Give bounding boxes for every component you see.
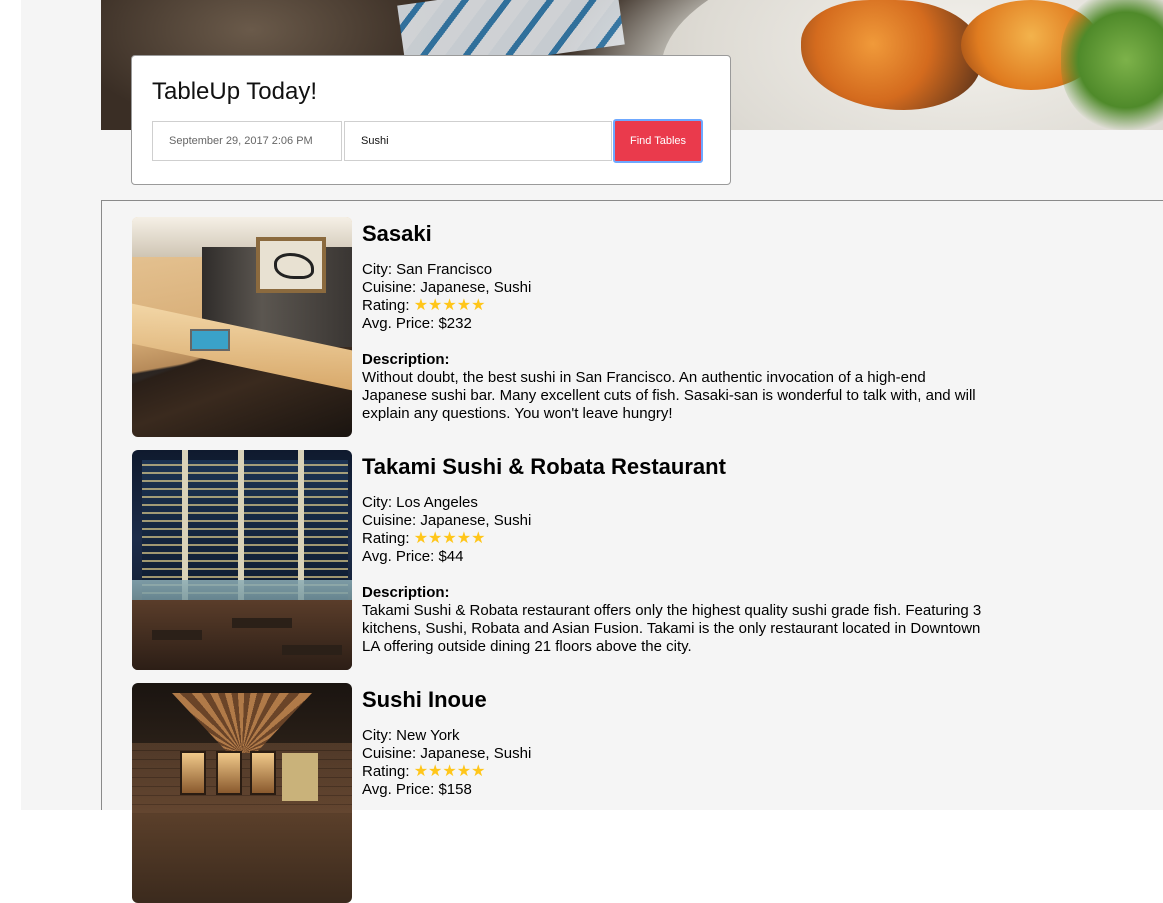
find-tables-button[interactable]: Find Tables xyxy=(613,119,703,163)
description-text: Without doubt, the best sushi in San Fra… xyxy=(362,369,976,422)
cuisine-value: Japanese, Sushi xyxy=(420,279,532,296)
cuisine-row: Cuisine: Japanese, Sushi xyxy=(362,745,532,762)
rating-row: Rating: ★★★★★ xyxy=(362,530,486,547)
restaurant-info: Sushi Inoue City: New York Cuisine: Japa… xyxy=(362,683,982,799)
rating-stars-icon: ★★★★★ xyxy=(413,763,486,780)
cuisine-row: Cuisine: Japanese, Sushi xyxy=(362,279,532,296)
description-label: Description: xyxy=(362,584,450,601)
description-text: Takami Sushi & Robata restaurant offers … xyxy=(362,602,982,655)
avg-price-value: $44 xyxy=(438,548,464,565)
rating-row: Rating: ★★★★★ xyxy=(362,763,486,780)
avg-price-row: Avg. Price: $158 xyxy=(362,781,472,798)
restaurant-photo[interactable] xyxy=(132,450,352,670)
city-row: City: Los Angeles xyxy=(362,494,478,511)
city-row: City: New York xyxy=(362,727,460,744)
rating-stars-icon: ★★★★★ xyxy=(413,530,486,547)
restaurant-name[interactable]: Sasaki xyxy=(362,221,982,247)
avg-price-value: $158 xyxy=(438,781,472,798)
search-title: TableUp Today! xyxy=(152,78,317,105)
avg-price-row: Avg. Price: $232 xyxy=(362,315,472,332)
restaurant-card: Sushi Inoue City: New York Cuisine: Japa… xyxy=(132,683,1032,903)
restaurant-info: Takami Sushi & Robata Restaurant City: L… xyxy=(362,450,982,656)
cuisine-value: Japanese, Sushi xyxy=(420,512,532,529)
restaurant-card: Takami Sushi & Robata Restaurant City: L… xyxy=(132,450,1032,670)
search-query-input[interactable] xyxy=(344,121,612,161)
restaurant-photo[interactable] xyxy=(132,683,352,903)
restaurant-name[interactable]: Takami Sushi & Robata Restaurant xyxy=(362,454,982,480)
city-value: Los Angeles xyxy=(396,494,478,511)
results-panel: Sasaki City: San Francisco Cuisine: Japa… xyxy=(101,200,1163,903)
restaurant-photo[interactable] xyxy=(132,217,352,437)
cuisine-value: Japanese, Sushi xyxy=(420,745,532,762)
rating-stars-icon: ★★★★★ xyxy=(413,297,486,314)
date-time-input[interactable] xyxy=(152,121,342,161)
description-label: Description: xyxy=(362,351,450,368)
city-value: New York xyxy=(396,727,460,744)
restaurant-info: Sasaki City: San Francisco Cuisine: Japa… xyxy=(362,217,982,423)
restaurant-card: Sasaki City: San Francisco Cuisine: Japa… xyxy=(132,217,1032,437)
search-card: TableUp Today! Find Tables xyxy=(131,55,731,185)
city-value: San Francisco xyxy=(396,261,493,278)
avg-price-value: $232 xyxy=(438,315,472,332)
rating-row: Rating: ★★★★★ xyxy=(362,297,486,314)
city-row: City: San Francisco xyxy=(362,261,493,278)
avg-price-row: Avg. Price: $44 xyxy=(362,548,464,565)
restaurant-name[interactable]: Sushi Inoue xyxy=(362,687,982,713)
cuisine-row: Cuisine: Japanese, Sushi xyxy=(362,512,532,529)
